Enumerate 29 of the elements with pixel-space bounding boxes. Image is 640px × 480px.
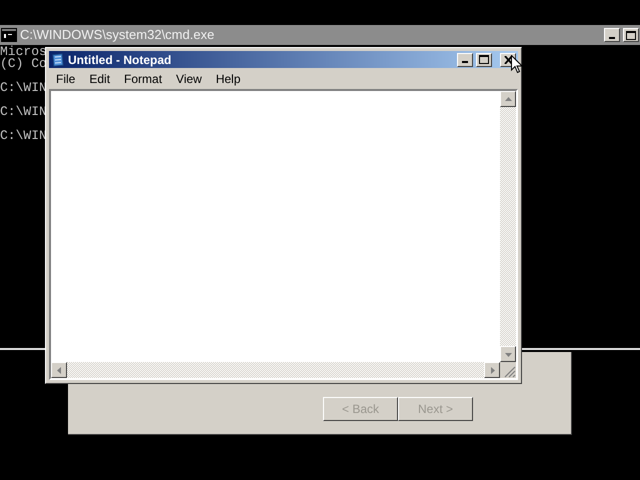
scroll-down-button[interactable]: [500, 346, 516, 362]
menu-item[interactable]: Edit: [83, 70, 116, 88]
triangle-icon: [56, 366, 62, 374]
maximize-button[interactable]: [623, 28, 639, 42]
resize-grip-icon[interactable]: [504, 366, 516, 378]
maximize-icon: [479, 55, 489, 64]
console-title: C:\WINDOWS\system32\cmd.exe: [20, 26, 214, 44]
menu-item[interactable]: Format: [118, 70, 168, 88]
minimize-icon: [462, 61, 468, 63]
scroll-left-button[interactable]: [51, 362, 67, 378]
minimize-icon: [609, 36, 615, 38]
menu-item[interactable]: View: [170, 70, 208, 88]
scroll-up-button[interactable]: [500, 91, 516, 107]
notepad-app-icon: [51, 52, 65, 66]
maximize-button[interactable]: [476, 52, 492, 66]
minimize-button[interactable]: [604, 28, 620, 42]
menu-item[interactable]: File: [50, 70, 82, 88]
triangle-icon: [504, 96, 512, 102]
close-icon: [504, 56, 512, 64]
console-line: Micros: [0, 46, 47, 58]
minimize-button[interactable]: [457, 52, 473, 66]
vertical-scrollbar[interactable]: [500, 91, 516, 362]
notepad-title: Untitled - Notepad: [68, 52, 172, 68]
menu-item[interactable]: Help: [210, 70, 247, 88]
scroll-right-button[interactable]: [484, 362, 500, 378]
horizontal-scrollbar[interactable]: [51, 362, 500, 378]
triangle-icon: [504, 350, 512, 358]
maximize-icon: [626, 30, 636, 40]
triangle-icon: [488, 366, 496, 374]
